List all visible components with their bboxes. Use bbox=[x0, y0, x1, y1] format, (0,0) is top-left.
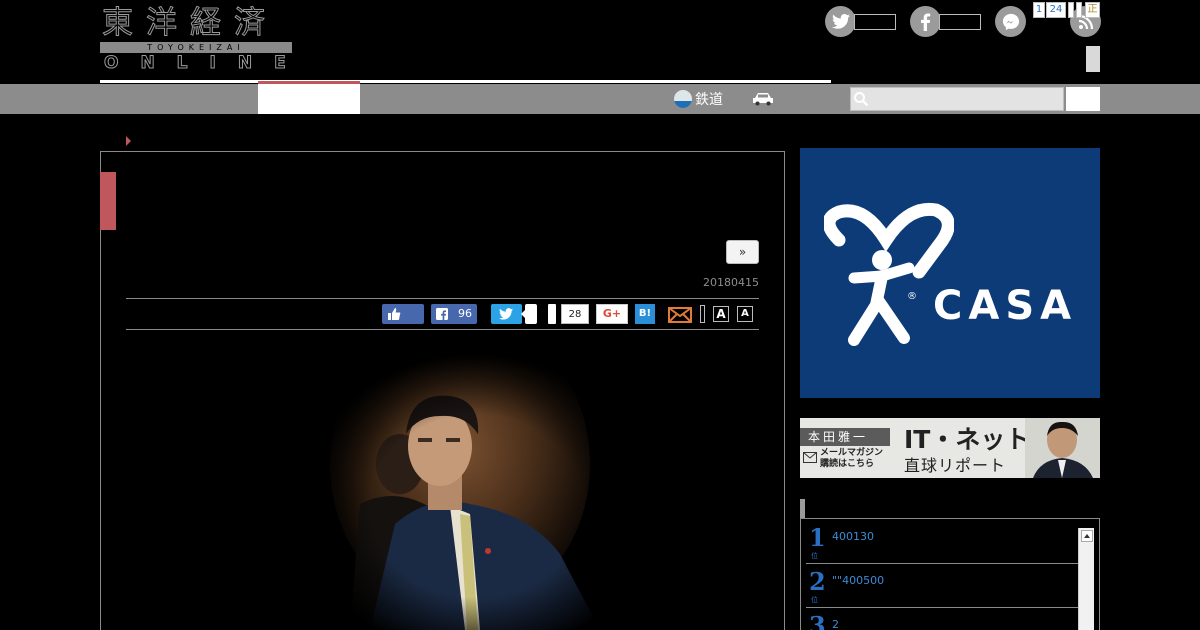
author-portrait bbox=[1025, 418, 1100, 478]
facebook-like-button[interactable] bbox=[382, 304, 424, 324]
messenger-icon bbox=[995, 6, 1026, 37]
ranking-tab-5[interactable]: 正 bbox=[1085, 2, 1100, 18]
nav-tab-active[interactable] bbox=[258, 81, 360, 114]
it-net-ad-banner[interactable]: 本田雅一 IT・ネット 直球リポート メールマガジン 購読はこちら bbox=[800, 418, 1100, 478]
pocket-count: 28 bbox=[561, 304, 589, 324]
publish-date: 20180415 bbox=[703, 276, 759, 289]
page: 東洋経済 TOYOKEIZAI ONLINE 鉄道 » 20180415 96 … bbox=[0, 0, 1200, 630]
font-size-small-button[interactable]: A bbox=[737, 306, 753, 322]
it-ad-title: IT・ネット bbox=[904, 425, 1031, 454]
ranking-scrollbar[interactable] bbox=[1078, 528, 1094, 630]
hatena-bookmark-button[interactable]: B! bbox=[635, 304, 655, 324]
ranking-number: 2 bbox=[809, 567, 826, 596]
logo-romaji: TOYOKEIZAI bbox=[147, 43, 245, 52]
thumbs-up-icon bbox=[388, 308, 401, 320]
ranking-number: 3 bbox=[809, 611, 826, 630]
it-ad-mail-line1: メールマガジン bbox=[820, 448, 884, 458]
facebook-share-button[interactable]: 96 bbox=[431, 304, 477, 324]
ranking-title[interactable]: 2 bbox=[832, 618, 839, 630]
nav-item-railway[interactable]: 鉄道 bbox=[674, 89, 723, 109]
twitter-icon bbox=[825, 6, 856, 37]
facebook-follow[interactable] bbox=[910, 6, 981, 37]
ranking-tab-3[interactable] bbox=[1068, 2, 1074, 18]
logo-kanji: 東洋経済 bbox=[102, 5, 278, 42]
ranking-unit: 位 bbox=[811, 596, 818, 604]
search-icon bbox=[854, 92, 869, 107]
facebook-follow-count bbox=[939, 13, 981, 30]
envelope-icon bbox=[803, 452, 817, 463]
casa-ad-banner[interactable]: ® CASA bbox=[800, 148, 1100, 398]
twitter-follow[interactable] bbox=[825, 6, 896, 37]
twitter-follow-count bbox=[854, 13, 896, 30]
login-button[interactable] bbox=[1086, 46, 1100, 72]
ranking-item[interactable]: 2 位 ""400500 bbox=[806, 564, 1078, 608]
next-page-button[interactable]: » bbox=[726, 240, 759, 264]
facebook-icon bbox=[910, 6, 941, 37]
ranking-title[interactable]: ""400500 bbox=[832, 574, 884, 587]
ranking-item[interactable]: 1 位 400130 bbox=[806, 520, 1078, 564]
pocket-button[interactable] bbox=[548, 304, 556, 324]
twitter-share-count bbox=[521, 304, 537, 324]
nav-item-railway-label: 鉄道 bbox=[695, 92, 723, 108]
it-ad-author: 本田雅一 bbox=[800, 428, 890, 446]
ranking-number: 1 bbox=[809, 523, 826, 552]
search-input[interactable] bbox=[850, 87, 1064, 111]
header-rule bbox=[100, 80, 831, 83]
google-plus-button[interactable]: G+ bbox=[596, 304, 628, 324]
search-button[interactable] bbox=[1066, 87, 1100, 111]
divider-bottom bbox=[126, 329, 759, 330]
ranking-tab-1[interactable]: 1 bbox=[1033, 2, 1045, 18]
ranking-item[interactable]: 3 2 bbox=[806, 608, 1078, 630]
ranking-tab-24[interactable]: 24 bbox=[1046, 2, 1066, 18]
ranking-unit: 位 bbox=[811, 552, 818, 560]
twitter-share-button[interactable] bbox=[491, 304, 522, 324]
casa-registered-mark: ® bbox=[907, 291, 917, 302]
divider-top bbox=[126, 298, 759, 299]
car-icon[interactable] bbox=[752, 92, 774, 106]
facebook-share-icon bbox=[436, 308, 448, 320]
railway-icon bbox=[674, 90, 692, 108]
casa-ad-text: CASA bbox=[933, 283, 1078, 329]
category-tag bbox=[100, 172, 116, 230]
mail-icon[interactable] bbox=[668, 304, 692, 324]
ranking-title[interactable]: 400130 bbox=[832, 530, 874, 543]
messenger-share[interactable] bbox=[995, 6, 1026, 37]
breadcrumb-arrow-icon bbox=[126, 136, 131, 146]
logo-online: ONLINE bbox=[104, 53, 308, 74]
site-logo[interactable]: 東洋経済 TOYOKEIZAI ONLINE bbox=[100, 5, 295, 74]
it-ad-mail-text: メールマガジン 購読はこちら bbox=[820, 448, 883, 470]
ranking-tab-4[interactable] bbox=[1076, 2, 1082, 18]
share-separator bbox=[700, 305, 705, 323]
scroll-up-arrow-icon[interactable] bbox=[1081, 530, 1093, 542]
twitter-share-icon bbox=[499, 308, 513, 320]
font-size-large-button[interactable]: A bbox=[713, 306, 729, 322]
it-ad-subtitle: 直球リポート bbox=[904, 456, 1007, 475]
it-ad-mail-line2: 購読はこちら bbox=[820, 459, 875, 469]
facebook-share-count: 96 bbox=[458, 307, 472, 320]
article-photo bbox=[300, 354, 620, 630]
ranking-header-mark bbox=[800, 499, 805, 519]
